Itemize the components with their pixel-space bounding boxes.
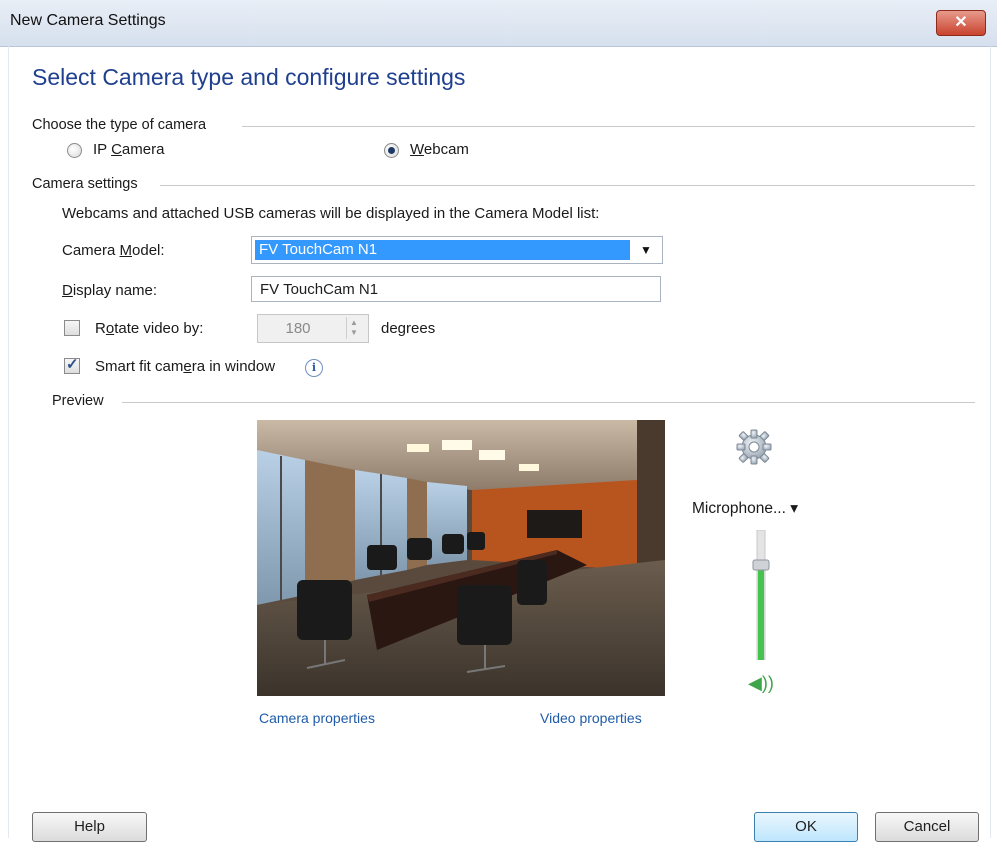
smart-fit-checkbox[interactable]: ✓ — [64, 356, 80, 374]
gear-icon[interactable] — [734, 427, 774, 467]
speaker-icon[interactable]: ◀)) — [748, 673, 774, 694]
divider — [122, 402, 975, 403]
camera-preview-image — [257, 420, 665, 696]
divider — [160, 185, 975, 186]
webcam-label[interactable]: Webcam — [410, 141, 469, 158]
display-name-input[interactable]: FV TouchCam N1 — [251, 276, 661, 302]
stepper-buttons: ▲ ▼ — [346, 317, 367, 339]
close-icon: ✕ — [954, 14, 968, 31]
camera-settings-group-label: Camera settings — [32, 176, 138, 192]
conference-room-picture — [257, 420, 665, 696]
rotate-degrees-stepper[interactable]: 180 ▲ ▼ — [257, 314, 369, 343]
checkmark-icon: ✓ — [66, 356, 79, 373]
page-title: Select Camera type and configure setting… — [32, 64, 466, 90]
ip-camera-radio[interactable] — [67, 143, 82, 158]
preview-group-label: Preview — [52, 393, 104, 409]
gear-icon-graphic — [736, 429, 772, 465]
divider — [242, 126, 975, 127]
chevron-down-icon[interactable]: ▼ — [640, 243, 652, 257]
microphone-volume-slider[interactable] — [752, 529, 770, 661]
camera-model-select[interactable]: FV TouchCam N1 ▼ — [251, 236, 663, 264]
close-button[interactable]: ✕ — [936, 10, 986, 36]
camera-type-group-label: Choose the type of camera — [32, 117, 207, 133]
smart-fit-label[interactable]: Smart fit camera in window — [95, 358, 275, 375]
video-properties-link[interactable]: Video properties — [540, 710, 642, 726]
window-title: New Camera Settings — [10, 12, 166, 29]
stepper-up-icon[interactable]: ▲ — [350, 318, 358, 327]
title-bar: New Camera Settings ✕ — [0, 0, 997, 47]
rotate-degrees-value: 180 — [285, 320, 311, 337]
degrees-unit-label: degrees — [381, 320, 436, 337]
display-name-label: Display name: — [62, 282, 158, 299]
stepper-down-icon[interactable]: ▼ — [350, 328, 358, 337]
volume-slider-graphic — [752, 529, 770, 661]
camera-model-label: Camera Model: — [62, 242, 165, 259]
camera-model-value: FV TouchCam N1 — [255, 240, 630, 260]
rotate-video-checkbox[interactable] — [64, 320, 80, 336]
camera-properties-link[interactable]: Camera properties — [259, 710, 375, 726]
rotate-video-label[interactable]: Rotate video by: — [95, 320, 203, 337]
camera-list-hint: Webcams and attached USB cameras will be… — [62, 205, 600, 222]
microphone-dropdown[interactable]: Microphone... ▾ — [692, 499, 798, 518]
ip-camera-label[interactable]: IP Camera — [93, 141, 164, 158]
info-icon[interactable]: i — [305, 359, 323, 377]
webcam-radio[interactable] — [384, 143, 399, 158]
